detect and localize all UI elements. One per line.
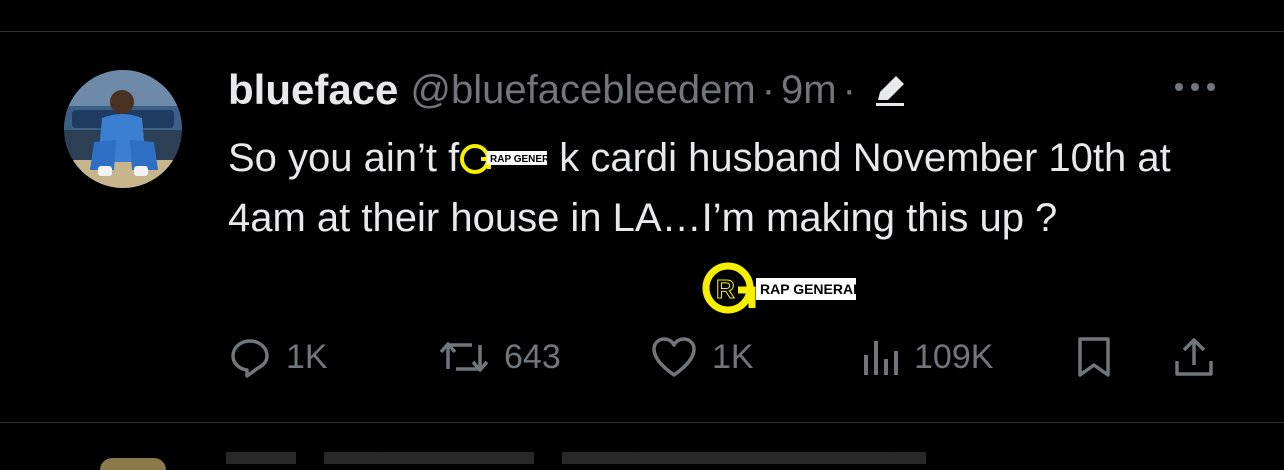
pencil-icon[interactable] [872, 72, 908, 108]
watermark-text: RAP GENERALS [490, 154, 559, 165]
next-tweet-header-cutoff [226, 452, 926, 464]
separator-dot: · [842, 67, 856, 112]
svg-text:R: R [716, 274, 735, 304]
views-button[interactable]: 109K [860, 332, 993, 382]
share-button[interactable] [1172, 332, 1216, 382]
avatar[interactable] [64, 70, 182, 188]
reply-button[interactable]: 1K [228, 332, 328, 382]
reply-icon [231, 339, 269, 378]
tweet-text: So you ain’t f R RAP GENERALS k cardi hu… [228, 128, 1208, 248]
tweet-header: blueface @bluefacebleedem · 9m · [228, 64, 908, 116]
timestamp[interactable]: 9m [781, 68, 837, 113]
svg-text:R: R [469, 152, 479, 168]
retweet-button[interactable]: 643 [438, 332, 561, 382]
tweet-text-part-1: So you ain’t f [228, 136, 460, 180]
tweet[interactable]: blueface @bluefacebleedem · 9m · So you … [0, 32, 1284, 422]
bookmark-icon [1078, 337, 1110, 377]
like-button[interactable]: 1K [650, 332, 754, 382]
watermark-logo: R RAP GENERALS [700, 260, 871, 320]
like-count: 1K [712, 337, 754, 376]
avatar-image [64, 70, 182, 188]
bottom-divider [0, 422, 1284, 423]
heart-icon [652, 337, 696, 377]
views-count: 109K [914, 337, 994, 376]
next-tweet-avatar[interactable] [100, 458, 166, 470]
bookmark-button[interactable] [1076, 332, 1112, 382]
display-name[interactable]: blueface [228, 66, 398, 114]
more-horizontal-icon[interactable] [1170, 72, 1220, 102]
retweet-icon [439, 342, 489, 372]
tweet-actions: 1K 643 1K 109K [0, 332, 1284, 382]
share-icon [1175, 338, 1213, 376]
watermark-text: RAP GENERALS [760, 281, 870, 297]
reply-count: 1K [286, 337, 328, 376]
analytics-icon [864, 341, 898, 375]
retweet-count: 643 [504, 337, 561, 376]
watermark-logo-inline: R RAP GENERALS [459, 136, 570, 176]
user-handle[interactable]: @bluefacebleedem [410, 68, 755, 113]
separator-dot: · [761, 67, 776, 112]
